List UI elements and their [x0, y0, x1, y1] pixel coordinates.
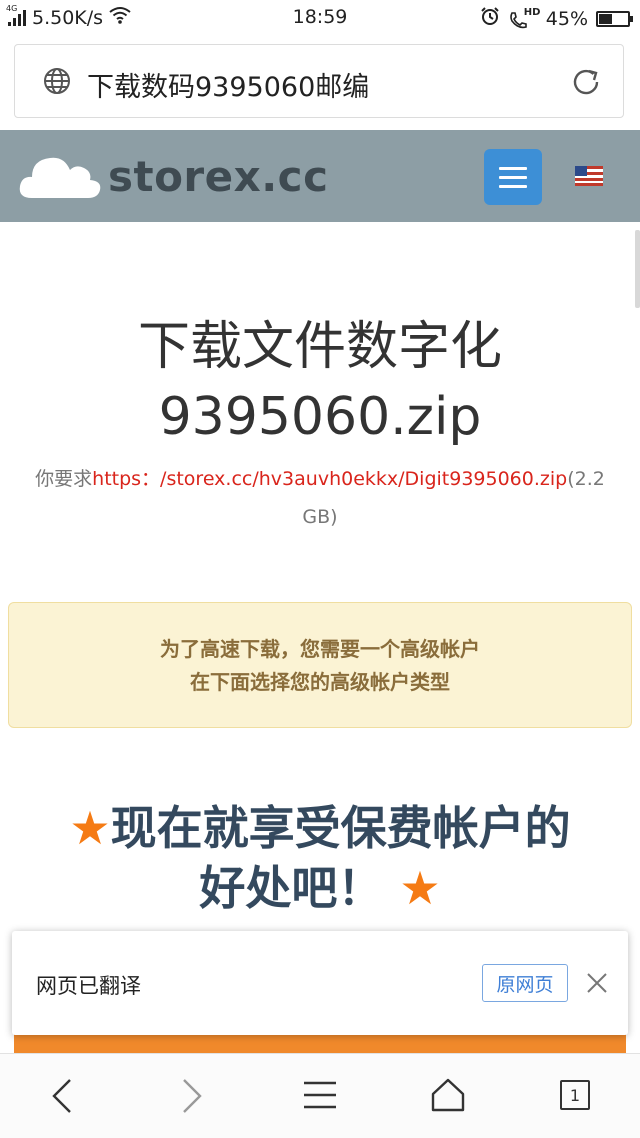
back-icon[interactable]: [48, 1076, 78, 1120]
file-title-line1: 下载文件数字化: [137, 317, 502, 377]
premium-alert: 为了高速下载，您需要一个高级帐户 在下面选择您的高级帐户类型: [8, 602, 632, 728]
battery-percent: 45%: [545, 7, 588, 30]
benefit-heading: ★现在就享受保费帐户的 好处吧！ ★: [0, 798, 640, 918]
translate-message: 网页已翻译: [36, 974, 141, 998]
forward-icon[interactable]: [176, 1076, 206, 1120]
network-speed: 5.50K/s: [32, 6, 104, 29]
tab-count: 1: [560, 1080, 590, 1110]
browser-toolbar: 下载数码9395060邮编: [0, 36, 640, 130]
request-info: 你要求https：/storex.cc/hv3auvh0ekkx/Digit93…: [20, 460, 620, 536]
status-right: HD 45%: [480, 6, 633, 31]
original-page-button[interactable]: 原网页: [482, 964, 568, 1002]
signal-icon: 4G: [6, 4, 26, 26]
address-bar[interactable]: 下载数码9395060邮编: [14, 44, 624, 118]
status-left: 4G 5.50K/s: [6, 4, 131, 29]
alarm-icon: [480, 6, 500, 31]
alert-line2: 在下面选择您的高级帐户类型: [190, 670, 450, 694]
wifi-icon: [109, 6, 131, 29]
menu-button[interactable]: [484, 149, 542, 205]
us-flag-icon[interactable]: [575, 166, 603, 190]
tabs-button[interactable]: 1: [560, 1080, 590, 1110]
close-icon[interactable]: [586, 972, 608, 998]
hd-call-icon: HD: [508, 6, 541, 29]
site-header: storex.cc: [0, 130, 640, 222]
hd-label: HD: [523, 6, 541, 18]
translate-toast: 网页已翻译 原网页: [12, 931, 628, 1035]
cloud-icon: [19, 157, 101, 198]
benefit-line2: 好处吧！: [199, 861, 384, 915]
request-prefix: 你要求: [35, 468, 93, 490]
site-logo[interactable]: storex.cc: [18, 148, 328, 204]
battery-icon: [596, 10, 633, 27]
star-icon: ★: [399, 861, 441, 915]
alert-line1: 为了高速下载，您需要一个高级帐户: [160, 637, 480, 661]
reload-icon[interactable]: [569, 65, 603, 103]
star-icon: ★: [69, 801, 111, 855]
file-title: 下载文件数字化 9395060.zip: [0, 312, 640, 452]
scrollbar[interactable]: [635, 230, 640, 308]
benefit-line1: 现在就享受保费帐户的: [110, 801, 571, 855]
status-bar: 4G 5.50K/s 18:59 HD 45%: [0, 0, 640, 36]
address-text[interactable]: 下载数码9395060邮编: [87, 65, 369, 104]
menu-icon[interactable]: [302, 1080, 338, 1114]
request-link[interactable]: https：/storex.cc/hv3auvh0ekkx/Digit93950…: [92, 468, 567, 490]
home-icon[interactable]: [430, 1076, 466, 1116]
logo-text: storex.cc: [108, 151, 329, 201]
bottom-nav: 1: [0, 1053, 640, 1138]
file-title-line2: 9395060.zip: [158, 387, 482, 447]
network-type: 4G: [6, 3, 18, 13]
globe-icon: [43, 67, 71, 99]
